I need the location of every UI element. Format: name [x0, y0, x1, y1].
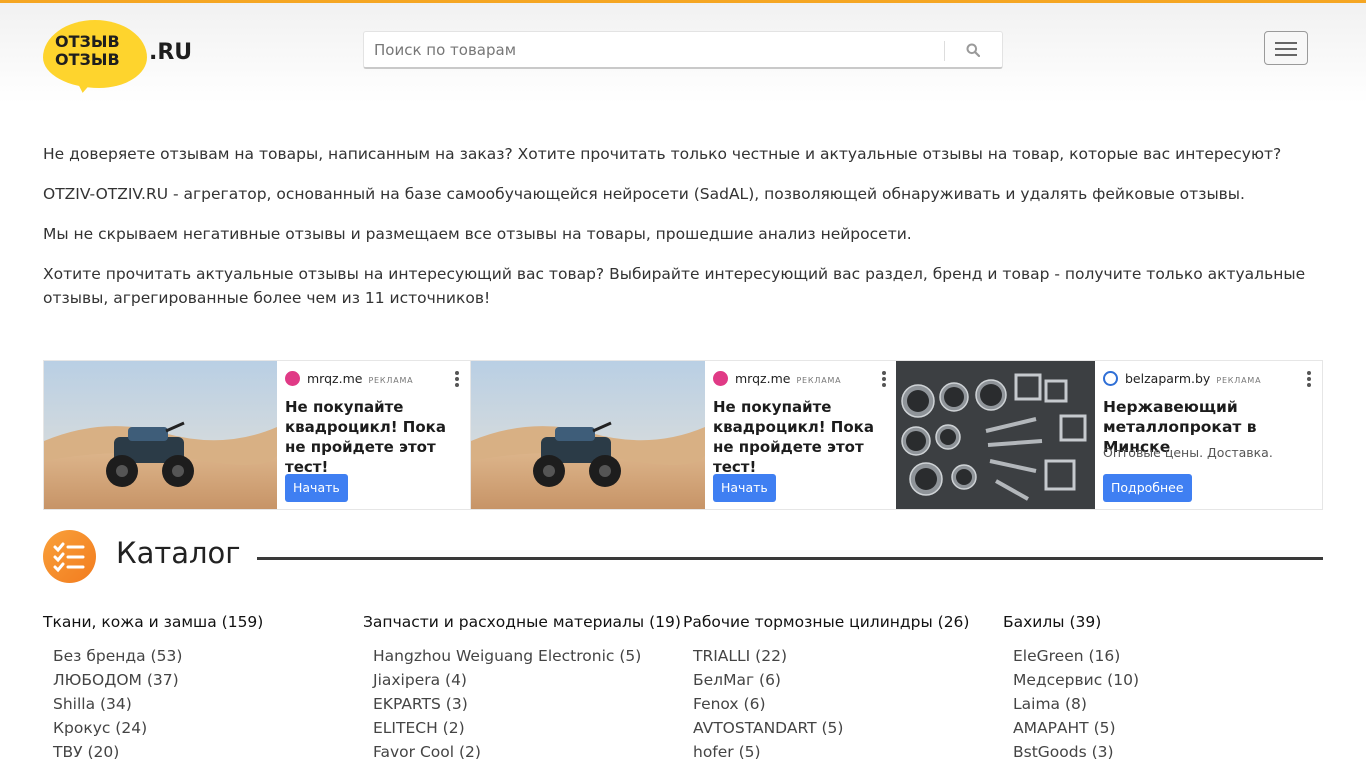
- ad-content: mrqz.me РЕКЛАМА Не покупайте квадроцикл! …: [277, 361, 470, 509]
- ad-title-line: не пройдете этот тест!: [713, 438, 864, 476]
- brand-link[interactable]: ТВУ (20): [43, 740, 363, 764]
- ad-content: belzaparm.by РЕКЛАМА Нержавеющий металлоп…: [1095, 361, 1322, 509]
- more-options-icon[interactable]: [881, 370, 887, 388]
- ad-card[interactable]: belzaparm.by РЕКЛАМА Нержавеющий металлоп…: [896, 361, 1322, 509]
- brand-link[interactable]: Shilla (34): [43, 692, 363, 716]
- ad-card[interactable]: mrqz.me РЕКЛАМА Не покупайте квадроцикл! …: [470, 361, 896, 509]
- brand-link[interactable]: Медсервис (10): [1003, 668, 1323, 692]
- brand-link[interactable]: TRIALLI (22): [683, 644, 1003, 668]
- logo-domain-suffix: .RU: [149, 40, 193, 65]
- ad-source-name: mrqz.me: [307, 371, 363, 386]
- ad-image-atv[interactable]: [471, 361, 705, 509]
- ad-title-line: не пройдете этот тест!: [285, 438, 436, 476]
- ad-image-steel-pipes[interactable]: [896, 361, 1095, 509]
- brand-link[interactable]: EKPARTS (3): [363, 692, 683, 716]
- brand-link[interactable]: hofer (5): [683, 740, 1003, 764]
- brand-link[interactable]: БелМаг (6): [683, 668, 1003, 692]
- search-input[interactable]: [364, 32, 944, 67]
- ad-start-button[interactable]: Начать: [285, 474, 348, 502]
- ad-title[interactable]: Не покупайте квадроцикл! Пока не пройдет…: [713, 397, 897, 477]
- intro-paragraph: Мы не скрываем негативные отзывы и разме…: [43, 225, 912, 243]
- brand-link[interactable]: Jiaxipera (4): [363, 668, 683, 692]
- ad-source: mrqz.me РЕКЛАМА: [713, 371, 841, 387]
- logo-word-bottom: ОТЗЫВ: [55, 50, 120, 69]
- intro-text: Не доверяете отзывам на товары, написанн…: [43, 142, 1323, 326]
- catalog-column: Рабочие тормозные цилиндры (26) TRIALLI …: [683, 610, 1003, 764]
- brand-link[interactable]: Hangzhou Weiguang Electronic (5): [363, 644, 683, 668]
- ad-source: mrqz.me РЕКЛАМА: [285, 371, 413, 387]
- search-divider: [944, 41, 945, 61]
- brand-link[interactable]: Без бренда (53): [43, 644, 363, 668]
- atv-image: [44, 361, 277, 509]
- ad-source: belzaparm.by РЕКЛАМА: [1103, 371, 1261, 387]
- ad-title-line: квадроцикл! Пока: [285, 418, 446, 436]
- ad-title-line: Нержавеющий: [1103, 398, 1238, 416]
- ad-label: РЕКЛАМА: [1216, 376, 1262, 385]
- catalog-column: Бахилы (39) EleGreen (16) Медсервис (10)…: [1003, 610, 1323, 764]
- ad-content: mrqz.me РЕКЛАМА Не покупайте квадроцикл! …: [705, 361, 897, 509]
- search-button[interactable]: [954, 37, 992, 63]
- brand-link[interactable]: Favor Cool (2): [363, 740, 683, 764]
- ad-details-button[interactable]: Подробнее: [1103, 474, 1192, 502]
- search-box: [363, 31, 1003, 69]
- ad-title[interactable]: Не покупайте квадроцикл! Пока не пройдет…: [285, 397, 470, 477]
- ad-title-line: Не покупайте: [285, 398, 404, 416]
- intro-paragraph: Не доверяете отзывам на товары, написанн…: [43, 145, 1282, 163]
- steel-pipes-image: [896, 361, 1095, 509]
- ad-source-name: belzaparm.by: [1125, 371, 1211, 386]
- catalog-column: Запчасти и расходные материалы (19) Hang…: [363, 610, 683, 764]
- logo-word-top: ОТЗЫВ: [55, 32, 120, 51]
- hamburger-icon: [1275, 42, 1297, 44]
- brand-link[interactable]: Крокус (24): [43, 716, 363, 740]
- hamburger-icon: [1275, 54, 1297, 56]
- ad-card[interactable]: mrqz.me РЕКЛАМА Не покупайте квадроцикл! …: [44, 361, 470, 509]
- site-logo[interactable]: ОТЗЫВ ОТЗЫВ .RU: [43, 20, 203, 95]
- category-link[interactable]: Ткани, кожа и замша (159): [43, 610, 363, 634]
- checklist-icon: [43, 530, 96, 583]
- ad-source-name: mrqz.me: [735, 371, 791, 386]
- ad-start-button[interactable]: Начать: [713, 474, 776, 502]
- brand-link[interactable]: Laima (8): [1003, 692, 1323, 716]
- ad-label: РЕКЛАМА: [796, 376, 842, 385]
- ad-title-line: квадроцикл! Пока: [713, 418, 874, 436]
- search-icon: [966, 43, 980, 57]
- brand-link[interactable]: ELITECH (2): [363, 716, 683, 740]
- advertiser-logo-icon: [285, 371, 300, 386]
- advertiser-logo-icon: [1103, 371, 1118, 386]
- intro-paragraph: Хотите прочитать актуальные отзывы на ин…: [43, 265, 1306, 307]
- atv-image: [471, 361, 705, 509]
- site-header: ОТЗЫВ ОТЗЫВ .RU: [0, 3, 1366, 103]
- brand-link[interactable]: EleGreen (16): [1003, 644, 1323, 668]
- ad-subtitle: Оптовые цены. Доставка.: [1103, 445, 1273, 460]
- brand-link[interactable]: Fenox (6): [683, 692, 1003, 716]
- catalog-divider: [257, 557, 1323, 560]
- catalog-column: Ткани, кожа и замша (159) Без бренда (53…: [43, 610, 363, 764]
- menu-toggle-button[interactable]: [1264, 31, 1308, 65]
- ad-image-atv[interactable]: [44, 361, 277, 509]
- intro-paragraph: OTZIV-OTZIV.RU - агрегатор, основанный н…: [43, 185, 1245, 203]
- category-link[interactable]: Запчасти и расходные материалы (19): [363, 610, 683, 634]
- brand-link[interactable]: АМАРАНТ (5): [1003, 716, 1323, 740]
- brand-link[interactable]: ЛЮБОДОМ (37): [43, 668, 363, 692]
- category-link[interactable]: Бахилы (39): [1003, 610, 1323, 634]
- hamburger-icon: [1275, 48, 1297, 50]
- more-options-icon[interactable]: [1306, 370, 1312, 388]
- category-link[interactable]: Рабочие тормозные цилиндры (26): [683, 610, 1003, 634]
- ad-label: РЕКЛАМА: [368, 376, 414, 385]
- brand-link[interactable]: AVTOSTANDART (5): [683, 716, 1003, 740]
- advertiser-logo-icon: [713, 371, 728, 386]
- catalog-header: Каталог: [43, 530, 1323, 584]
- ad-title-line: Не покупайте: [713, 398, 832, 416]
- more-options-icon[interactable]: [454, 370, 460, 388]
- ad-banner-strip: mrqz.me РЕКЛАМА Не покупайте квадроцикл! …: [43, 360, 1323, 510]
- brand-link[interactable]: BstGoods (3): [1003, 740, 1323, 764]
- catalog-title: Каталог: [116, 536, 241, 570]
